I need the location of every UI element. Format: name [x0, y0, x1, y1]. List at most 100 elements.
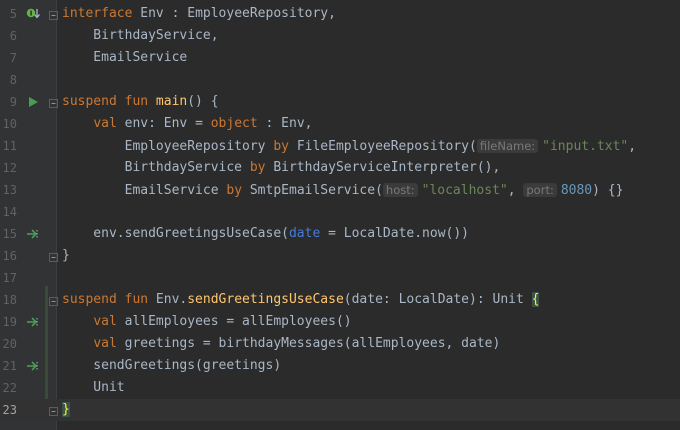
line-number: 11 [2, 139, 17, 153]
code-line[interactable]: 13 EmailService by SmtpEmailService(host… [0, 179, 680, 201]
code-line[interactable]: 23} [0, 399, 680, 421]
code-text[interactable]: env.sendGreetingsUseCase(date = LocalDat… [62, 223, 469, 245]
line-number: 8 [9, 73, 17, 87]
code-text[interactable]: val greetings = birthdayMessages(allEmpl… [62, 333, 500, 355]
code-text[interactable]: val env: Env = object : Env, [62, 113, 312, 135]
code-line[interactable]: 8 [0, 69, 680, 91]
code-token: , [507, 183, 524, 198]
code-line[interactable]: 6 BirthdayService, [0, 25, 680, 47]
parameter-hint: port: [523, 183, 557, 197]
code-line[interactable]: 7 EmailService [0, 47, 680, 69]
code-token: by [273, 139, 297, 154]
code-token: = LocalDate.now()) [320, 226, 470, 241]
code-token: val [93, 336, 125, 351]
code-line[interactable]: 21 sendGreetings(greetings) [0, 355, 680, 377]
code-line[interactable]: 20 val greetings = birthdayMessages(allE… [0, 333, 680, 355]
code-token: val [93, 314, 125, 329]
code-token: } [62, 402, 70, 417]
code-token: SmtpEmailService( [249, 183, 383, 198]
code-token: } [62, 248, 70, 263]
line-number: 22 [2, 381, 17, 395]
parameter-hint: host: [382, 183, 418, 197]
line-number: 16 [2, 249, 17, 263]
code-text[interactable]: interface Env : EmployeeRepository, [62, 3, 336, 25]
code-token: Env : EmployeeRepository, [140, 6, 336, 21]
code-token: () { [187, 94, 219, 109]
code-token: val [93, 116, 125, 131]
code-line[interactable]: 12 BirthdayService by BirthdayServiceInt… [0, 157, 680, 179]
line-number: 15 [2, 227, 17, 241]
run-icon[interactable] [26, 95, 40, 109]
code-text[interactable]: EmailService [62, 47, 187, 69]
code-line[interactable]: 11 EmployeeRepository by FileEmployeeRep… [0, 135, 680, 157]
code-line[interactable]: 17 [0, 267, 680, 289]
line-number: 21 [2, 359, 17, 373]
code-line[interactable]: 16} [0, 245, 680, 267]
code-line[interactable]: 14 [0, 201, 680, 223]
line-number: 5 [9, 7, 17, 21]
code-token: { [531, 292, 540, 307]
fold-icon[interactable] [49, 405, 58, 416]
line-number: 13 [2, 183, 17, 197]
code-token: interface [62, 6, 141, 21]
fold-icon[interactable] [49, 9, 58, 20]
code-token: date [288, 226, 321, 241]
code-text[interactable]: EmailService by SmtpEmailService(host: "l… [62, 179, 623, 201]
code-token: main [155, 94, 188, 109]
code-token: (date: LocalDate): Unit [343, 292, 532, 307]
code-text[interactable]: } [62, 245, 70, 267]
code-line[interactable]: 9 suspend fun main() { [0, 91, 680, 113]
code-token: , [628, 139, 637, 154]
line-number: 7 [9, 51, 17, 65]
line-number: 17 [2, 271, 17, 285]
code-line[interactable]: 18 suspend fun Env.sendGreetingsUseCase(d… [0, 289, 680, 311]
code-token: env.sendGreetingsUseCase( [62, 226, 289, 241]
parameter-hint: fileName: [476, 139, 539, 153]
code-token: 8080 [560, 183, 593, 198]
code-text[interactable]: suspend fun main() { [62, 91, 219, 113]
code-token: by [249, 160, 274, 175]
line-number: 14 [2, 205, 17, 219]
code-line[interactable]: 19 val allEmployees = allEmployees() [0, 311, 680, 333]
line-number: 10 [2, 117, 17, 131]
code-line[interactable]: 5 Iinterface Env : EmployeeRepository, [0, 3, 680, 25]
suspend-call-icon[interactable] [26, 359, 40, 373]
code-text[interactable]: EmployeeRepository by FileEmployeeReposi… [62, 135, 636, 157]
fold-icon[interactable] [49, 295, 58, 306]
code-text[interactable]: BirthdayService, [62, 25, 219, 47]
line-number: 9 [9, 95, 17, 109]
code-token: suspend fun [62, 94, 156, 109]
code-token: EmailService [62, 50, 188, 65]
line-number: 12 [2, 161, 17, 175]
implemented-icon[interactable]: I [26, 7, 40, 21]
code-token: sendGreetings(greetings) [62, 358, 282, 373]
code-editor[interactable]: 5 Iinterface Env : EmployeeRepository, 6 B… [0, 0, 680, 430]
svg-text:I: I [30, 10, 33, 18]
suspend-call-icon[interactable] [26, 315, 40, 329]
fold-icon[interactable] [49, 97, 58, 108]
code-text[interactable]: } [62, 399, 70, 421]
code-token: EmailService [62, 183, 227, 198]
code-token: Env. [155, 292, 188, 307]
line-number: 19 [2, 315, 17, 329]
code-text[interactable]: sendGreetings(greetings) [62, 355, 281, 377]
code-token: BirthdayService, [62, 28, 219, 43]
fold-icon[interactable] [49, 251, 58, 262]
code-token: suspend fun [62, 292, 156, 307]
line-number: 20 [2, 337, 17, 351]
code-line[interactable]: 15 env.sendGreetingsUseCase(date = Local… [0, 223, 680, 245]
code-token: FileEmployeeRepository( [296, 139, 477, 154]
code-text[interactable]: Unit [62, 377, 124, 399]
suspend-call-icon[interactable] [26, 227, 40, 241]
code-token: : Env, [265, 116, 313, 131]
code-line[interactable]: 10 val env: Env = object : Env, [0, 113, 680, 135]
code-text[interactable]: BirthdayService by BirthdayServiceInterp… [62, 157, 501, 179]
code-token: env: Env = [124, 116, 211, 131]
code-line[interactable]: 22 Unit [0, 377, 680, 399]
code-text[interactable]: val allEmployees = allEmployees() [62, 311, 351, 333]
code-token: ) {} [592, 183, 624, 198]
code-text[interactable]: suspend fun Env.sendGreetingsUseCase(dat… [62, 289, 540, 311]
code-token: EmployeeRepository [62, 139, 274, 154]
